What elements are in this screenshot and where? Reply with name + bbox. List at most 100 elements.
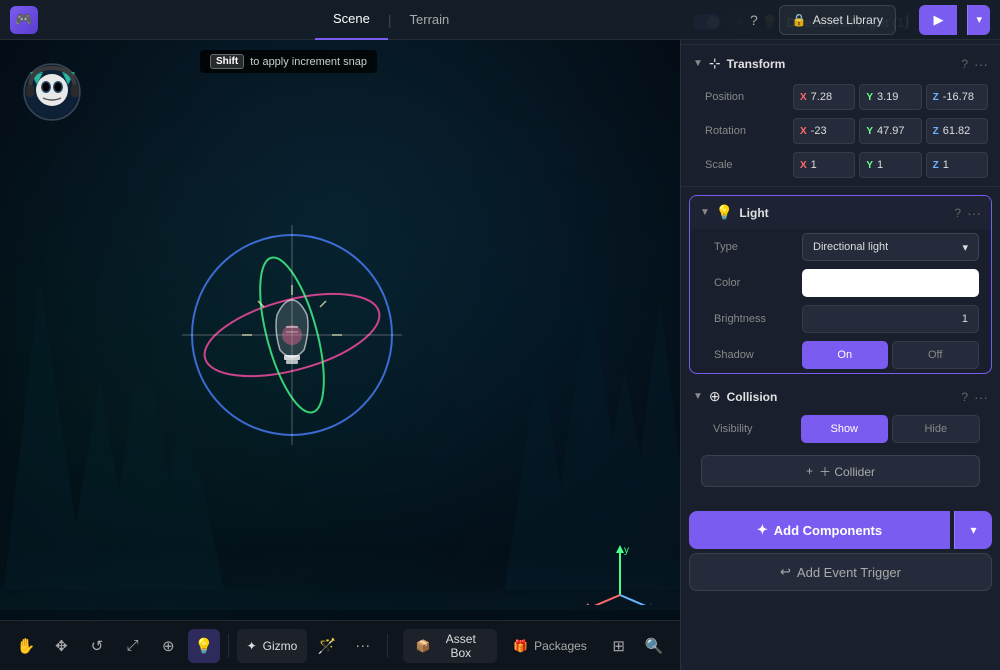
light-title: Light xyxy=(739,206,948,220)
position-x-value: 7.28 xyxy=(811,91,832,103)
avatar xyxy=(15,50,95,130)
shift-key: Shift xyxy=(210,54,244,69)
scale-x-input[interactable]: X 1 xyxy=(793,152,855,178)
light-section-header[interactable]: ▼ 💡 Light ? ··· xyxy=(690,196,991,229)
asset-library-label: Asset Library xyxy=(813,13,883,27)
hand-tool-btn[interactable]: ✋ xyxy=(10,629,42,663)
ry-axis-label: Y xyxy=(866,126,873,137)
toolbar-sep-2 xyxy=(387,634,388,658)
rotation-inputs: X -23 Y 47.97 Z 61.82 xyxy=(793,118,988,144)
play-dropdown-btn[interactable]: ▾ xyxy=(967,5,990,35)
light-gizmo[interactable] xyxy=(172,215,412,455)
rotation-y-value: 47.97 xyxy=(877,125,905,137)
shadow-on-btn[interactable]: On xyxy=(802,341,888,369)
move-tool-btn[interactable]: ✥ xyxy=(46,629,78,663)
packages-icon: 🎁 xyxy=(513,639,528,653)
more-btn[interactable]: ··· xyxy=(347,629,379,663)
scale-z-value: 1 xyxy=(943,159,949,171)
brightness-input[interactable]: 1 xyxy=(802,305,979,333)
shadow-off-btn[interactable]: Off xyxy=(892,341,980,369)
color-row: Color xyxy=(690,265,991,301)
shadow-row: Shadow On Off xyxy=(690,337,991,373)
position-x-input[interactable]: X 7.28 xyxy=(793,84,855,110)
search-btn[interactable]: 🔍 xyxy=(638,629,670,663)
add-collider-btn[interactable]: + ＋ Collider xyxy=(701,455,980,487)
color-swatch[interactable] xyxy=(802,269,979,297)
gizmo-label[interactable]: ✦ Gizmo xyxy=(237,629,308,663)
transform-help-btn[interactable]: ? xyxy=(961,57,968,71)
collision-section-header[interactable]: ▼ ⊕ Collision ? ··· xyxy=(689,382,992,411)
right-panel: + 💡 Directional Light (1) ··· ✕ ▼ ⊹ Tran… xyxy=(680,0,1000,670)
transform-title: Transform xyxy=(727,57,956,71)
add-components-label: Add Components xyxy=(774,523,882,538)
wand-btn[interactable]: 🪄 xyxy=(311,629,343,663)
viewport[interactable]: Shift to apply increment snap xyxy=(0,0,680,670)
rotation-x-input[interactable]: X -23 xyxy=(793,118,855,144)
position-label: Position xyxy=(705,91,785,103)
transform-section-header[interactable]: ▼ ⊹ Transform ? ··· xyxy=(681,45,1000,80)
rotation-z-value: 61.82 xyxy=(943,125,971,137)
light-help-btn[interactable]: ? xyxy=(954,206,961,220)
add-components-dropdown-btn[interactable]: ▾ xyxy=(954,511,992,549)
color-label: Color xyxy=(714,277,794,289)
collision-help-btn[interactable]: ? xyxy=(961,390,968,404)
scale-y-input[interactable]: Y 1 xyxy=(859,152,921,178)
rotation-z-input[interactable]: Z 61.82 xyxy=(926,118,988,144)
scale-z-input[interactable]: Z 1 xyxy=(926,152,988,178)
play-btn[interactable]: ▶ xyxy=(919,5,957,35)
asset-box-icon: 📦 xyxy=(415,639,430,653)
add-components-btn[interactable]: ✦ Add Components xyxy=(689,511,950,549)
gizmo-icon: ✦ xyxy=(247,639,257,653)
light-icon: 💡 xyxy=(716,204,733,221)
topbar-right: ? 🔒 Asset Library | ▶ ▾ xyxy=(739,5,1000,35)
position-z-input[interactable]: Z -16.78 xyxy=(926,84,988,110)
topbar: 🎮 Scene | Terrain ? 🔒 Asset Library | ▶ … xyxy=(0,0,1000,40)
asset-library-btn[interactable]: 🔒 Asset Library xyxy=(779,5,896,35)
position-y-input[interactable]: Y 3.19 xyxy=(859,84,921,110)
sz-axis-label: Z xyxy=(933,160,939,171)
collision-title: Collision xyxy=(727,390,956,404)
topbar-sep: | xyxy=(906,12,910,28)
type-value: Directional light xyxy=(813,241,888,253)
rx-axis-label: X xyxy=(800,126,807,137)
add-event-trigger-btn[interactable]: ↩ Add Event Trigger xyxy=(689,553,992,591)
transform-more-btn[interactable]: ··· xyxy=(974,56,988,72)
multi-tool-btn[interactable]: ⊕ xyxy=(152,629,184,663)
visibility-show-btn[interactable]: Show xyxy=(801,415,888,443)
position-row: Position X 7.28 Y 3.19 Z -16.78 xyxy=(681,80,1000,114)
lock-icon: 🔒 xyxy=(792,13,807,27)
dropdown-arrow: ▾ xyxy=(962,241,968,254)
light-tool-btn[interactable]: 💡 xyxy=(188,629,220,663)
logo-area: 🎮 xyxy=(0,6,155,34)
type-label: Type xyxy=(714,241,794,253)
collision-more-btn[interactable]: ··· xyxy=(974,389,988,405)
light-more-btn[interactable]: ··· xyxy=(967,205,981,221)
sy-axis-label: Y xyxy=(866,160,873,171)
light-chevron: ▼ xyxy=(700,207,710,218)
x-axis-label: X xyxy=(800,92,807,103)
help-btn[interactable]: ? xyxy=(739,5,769,35)
visibility-toggle-group: Show Hide xyxy=(801,415,980,443)
svg-text:y: y xyxy=(624,545,629,556)
packages-btn[interactable]: 🎁 Packages xyxy=(501,629,599,663)
scale-tool-btn[interactable]: ⤢ xyxy=(117,629,149,663)
rotation-x-value: -23 xyxy=(811,125,827,137)
tab-scene[interactable]: Scene xyxy=(315,0,388,40)
brightness-value: 1 xyxy=(962,313,968,325)
asset-box-label: Asset Box xyxy=(436,632,485,660)
add-event-icon: ↩ xyxy=(780,564,791,580)
transform-icon: ⊹ xyxy=(709,55,721,72)
add-components-icon: ✦ xyxy=(757,522,768,538)
type-dropdown[interactable]: Directional light ▾ xyxy=(802,233,979,261)
scale-row: Scale X 1 Y 1 Z 1 xyxy=(681,148,1000,182)
y-axis-label: Y xyxy=(866,92,873,103)
z-axis-label: Z xyxy=(933,92,939,103)
tab-terrain[interactable]: Terrain xyxy=(392,0,468,40)
rotation-row: Rotation X -23 Y 47.97 Z 61.82 xyxy=(681,114,1000,148)
rotate-tool-btn[interactable]: ↺ xyxy=(81,629,113,663)
visibility-hide-btn[interactable]: Hide xyxy=(892,415,981,443)
rotation-y-input[interactable]: Y 47.97 xyxy=(859,118,921,144)
asset-box-btn[interactable]: 📦 Asset Box xyxy=(403,629,497,663)
scale-x-value: 1 xyxy=(811,159,817,171)
grid-btn[interactable]: ⊞ xyxy=(603,629,635,663)
